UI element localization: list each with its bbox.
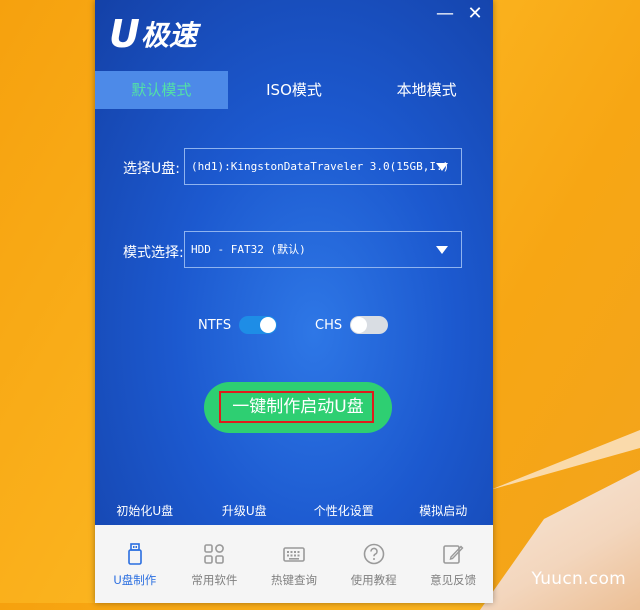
minimize-button[interactable]: — [435, 4, 455, 24]
logo-u: U [109, 12, 140, 56]
tab-iso-mode[interactable]: ISO模式 [228, 71, 361, 109]
chevron-down-icon [436, 246, 448, 254]
toggle-knob [351, 317, 368, 333]
ntfs-label: NTFS [198, 317, 232, 333]
make-bootable-usb-button[interactable]: 一键制作启动U盘 [204, 382, 392, 433]
toggle-knob [260, 317, 277, 333]
app-logo: U 极速 [109, 12, 197, 56]
ntfs-toggle-row: NTFS [198, 316, 278, 334]
chs-toggle-row: CHS [315, 316, 389, 334]
nav-usb-make[interactable]: U盘制作 [95, 525, 175, 603]
desktop-decoration [490, 430, 640, 490]
simulate-boot-link[interactable]: 模拟启动 [394, 498, 494, 525]
mode-tabs: 默认模式 ISO模式 本地模式 [95, 71, 493, 109]
nav-label: U盘制作 [113, 573, 157, 587]
watermark: Yuucn.com [531, 569, 626, 589]
function-bar: 初始化U盘 升级U盘 个性化设置 模拟启动 [95, 498, 493, 525]
help-icon [363, 543, 384, 565]
apps-grid-icon [204, 544, 225, 564]
chs-toggle[interactable] [350, 316, 389, 334]
mode-select[interactable]: HDD - FAT32 (默认) [184, 231, 462, 268]
desktop-decoration-corner [480, 470, 640, 610]
feedback-icon [443, 545, 464, 564]
make-bootable-usb-label: 一键制作启动U盘 [232, 397, 364, 417]
usb-select[interactable]: (hd1):KingstonDataTraveler 3.0(15GB,I:) [184, 148, 462, 185]
keyboard-icon [283, 547, 305, 562]
nav-label: 意见反馈 [430, 573, 477, 587]
tab-local-mode[interactable]: 本地模式 [360, 71, 493, 109]
init-usb-link[interactable]: 初始化U盘 [95, 498, 195, 525]
nav-label: 使用教程 [350, 573, 397, 587]
window-controls: — ✕ [435, 4, 485, 24]
mode-select-label: 模式选择: [123, 245, 184, 261]
close-button[interactable]: ✕ [465, 4, 485, 24]
nav-feedback[interactable]: 意见反馈 [413, 525, 493, 603]
chevron-down-icon [436, 163, 448, 171]
nav-common-software[interactable]: 常用软件 [175, 525, 255, 603]
personalize-link[interactable]: 个性化设置 [294, 498, 394, 525]
nav-label: 热键查询 [270, 573, 317, 587]
bottom-nav: U盘制作 常用软件 热键查询 使用教程 意见反馈 [95, 525, 493, 603]
nav-hotkey-query[interactable]: 热键查询 [254, 525, 334, 603]
upgrade-usb-link[interactable]: 升级U盘 [195, 498, 295, 525]
app-window: U 极速 — ✕ 默认模式 ISO模式 本地模式 选择U盘: (hd1):Kin… [95, 0, 493, 603]
mode-select-value: HDD - FAT32 (默认) [191, 243, 306, 256]
logo-text: 极速 [140, 19, 197, 52]
usb-drive-icon [127, 543, 142, 565]
ntfs-toggle[interactable] [239, 316, 278, 334]
chs-label: CHS [315, 317, 343, 333]
nav-label: 常用软件 [191, 573, 238, 587]
nav-tutorial[interactable]: 使用教程 [334, 525, 414, 603]
usb-select-value: (hd1):KingstonDataTraveler 3.0(15GB,I:) [191, 160, 450, 173]
tab-default-mode[interactable]: 默认模式 [95, 71, 228, 109]
usb-select-label: 选择U盘: [123, 161, 180, 177]
